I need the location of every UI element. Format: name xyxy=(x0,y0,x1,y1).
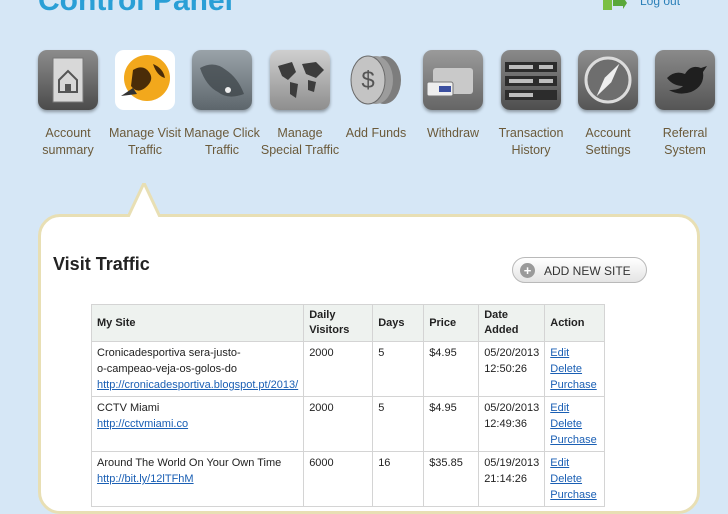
nav-manage-click-traffic[interactable]: Manage Click Traffic xyxy=(182,50,262,159)
header-line: Daily xyxy=(309,309,336,321)
globe-icon xyxy=(115,50,175,110)
ledger-icon xyxy=(501,50,561,110)
action-cell: Edit Delete Purchase xyxy=(544,451,606,507)
price-cell: $4.95 xyxy=(423,341,480,397)
nav-referral-system[interactable]: Referral System xyxy=(645,50,725,159)
column-header-price: Price xyxy=(423,304,480,342)
edit-link[interactable]: Edit xyxy=(550,402,569,414)
nav-label: Manage Special Traffic xyxy=(260,126,340,157)
daily-visitors-cell: 6000 xyxy=(303,451,374,507)
days-cell: 5 xyxy=(372,341,425,397)
active-tab-pointer xyxy=(128,183,160,217)
site-name: Cronicadesportiva sera-justo- xyxy=(97,347,241,359)
days-cell: 16 xyxy=(372,451,425,507)
site-name: CCTV Miami xyxy=(97,402,160,414)
purchase-link[interactable]: Purchase xyxy=(550,434,596,446)
site-name: o-campeao-veja-os-golos-do xyxy=(97,363,238,375)
column-header-action: Action xyxy=(544,304,606,342)
nav-transaction-history[interactable]: Transaction History xyxy=(491,50,571,159)
nav-label: Manage Click Traffic xyxy=(184,126,260,157)
site-name: Around The World On Your Own Time xyxy=(97,457,282,469)
site-cell: Around The World On Your Own Time http:/… xyxy=(90,451,305,507)
wallet-icon xyxy=(423,50,483,110)
nav-label: Transaction History xyxy=(498,126,564,157)
coins-icon: $ xyxy=(346,50,406,110)
time-value: 12:50:26 xyxy=(484,363,528,375)
time-value: 12:49:36 xyxy=(484,418,528,430)
nav-add-funds[interactable]: $ Add Funds xyxy=(336,50,416,142)
nav-label: Add Funds xyxy=(345,126,407,140)
site-url-link[interactable]: http://bit.ly/12lTFhM xyxy=(97,473,194,485)
table-row: Cronicadesportiva sera-justo- o-campeao-… xyxy=(90,341,606,397)
svg-text:$: $ xyxy=(361,67,374,94)
edit-link[interactable]: Edit xyxy=(550,347,569,359)
delete-link[interactable]: Delete xyxy=(550,473,582,485)
date-value: 05/19/2013 xyxy=(484,457,540,469)
site-cell: CCTV Miami http://cctvmiami.co xyxy=(90,396,305,452)
header-line: Date xyxy=(484,309,509,321)
time-value: 21:14:26 xyxy=(484,473,528,485)
nav-label: Referral System xyxy=(662,126,708,157)
header-line: Added xyxy=(484,324,519,336)
daily-visitors-cell: 2000 xyxy=(303,341,374,397)
home-icon xyxy=(38,50,98,110)
delete-link[interactable]: Delete xyxy=(550,363,582,375)
bird-icon xyxy=(655,50,715,110)
date-value: 05/20/2013 xyxy=(484,347,540,359)
purchase-link[interactable]: Purchase xyxy=(550,379,596,391)
date-value: 05/20/2013 xyxy=(484,402,540,414)
table-row: Around The World On Your Own Time http:/… xyxy=(90,451,606,507)
plus-icon: + xyxy=(520,263,535,278)
action-cell: Edit Delete Purchase xyxy=(544,396,606,452)
daily-visitors-cell: 2000 xyxy=(303,396,374,452)
world-map-icon xyxy=(270,50,330,110)
logout-icon[interactable] xyxy=(601,0,627,14)
table-row: CCTV Miami http://cctvmiami.co 2000 5 $4… xyxy=(90,396,606,452)
table-header-row: My Site Daily Visitors Days Price Date A… xyxy=(90,304,606,342)
add-new-site-label: ADD NEW SITE xyxy=(544,264,631,278)
nav-account-settings[interactable]: Account Settings xyxy=(568,50,648,159)
nav-label: Manage Visit Traffic xyxy=(108,126,182,157)
nav-label: Account Settings xyxy=(585,126,631,157)
logout-link[interactable]: Log out xyxy=(640,0,680,8)
page-title: Control Panel xyxy=(38,0,234,17)
purchase-link[interactable]: Purchase xyxy=(550,489,596,501)
sites-table: My Site Daily Visitors Days Price Date A… xyxy=(90,304,606,507)
price-cell: $35.85 xyxy=(423,451,480,507)
add-new-site-button[interactable]: + ADD NEW SITE xyxy=(512,257,647,283)
nav-manage-visit-traffic[interactable]: Manage Visit Traffic xyxy=(105,50,185,159)
column-header-days: Days xyxy=(372,304,425,342)
header-line: Visitors xyxy=(309,324,350,336)
price-cell: $4.95 xyxy=(423,396,480,452)
nav-manage-special-traffic[interactable]: Manage Special Traffic xyxy=(260,50,340,159)
column-header-site: My Site xyxy=(90,304,305,342)
column-header-daily-visitors: Daily Visitors xyxy=(303,304,374,342)
nav-label: Withdraw xyxy=(426,126,480,140)
site-cell: Cronicadesportiva sera-justo- o-campeao-… xyxy=(90,341,305,397)
main-navigation: Account summary Manage Visit Traffic Man… xyxy=(0,50,728,180)
nav-account-summary[interactable]: Account summary xyxy=(28,50,108,159)
nav-label: Account summary xyxy=(42,126,94,157)
site-url-link[interactable]: http://cctvmiami.co xyxy=(97,418,188,430)
map-icon xyxy=(192,50,252,110)
days-cell: 5 xyxy=(372,396,425,452)
site-url-link[interactable]: http://cronicadesportiva.blogspot.pt/201… xyxy=(97,379,298,391)
edit-link[interactable]: Edit xyxy=(550,457,569,469)
column-header-date-added: Date Added xyxy=(478,304,546,342)
panel-title: Visit Traffic xyxy=(53,254,150,274)
nav-withdraw[interactable]: Withdraw xyxy=(413,50,493,142)
date-added-cell: 05/20/2013 12:50:26 xyxy=(478,341,546,397)
action-cell: Edit Delete Purchase xyxy=(544,341,606,397)
date-added-cell: 05/20/2013 12:49:36 xyxy=(478,396,546,452)
compass-icon xyxy=(578,50,638,110)
date-added-cell: 05/19/2013 21:14:26 xyxy=(478,451,546,507)
delete-link[interactable]: Delete xyxy=(550,418,582,430)
